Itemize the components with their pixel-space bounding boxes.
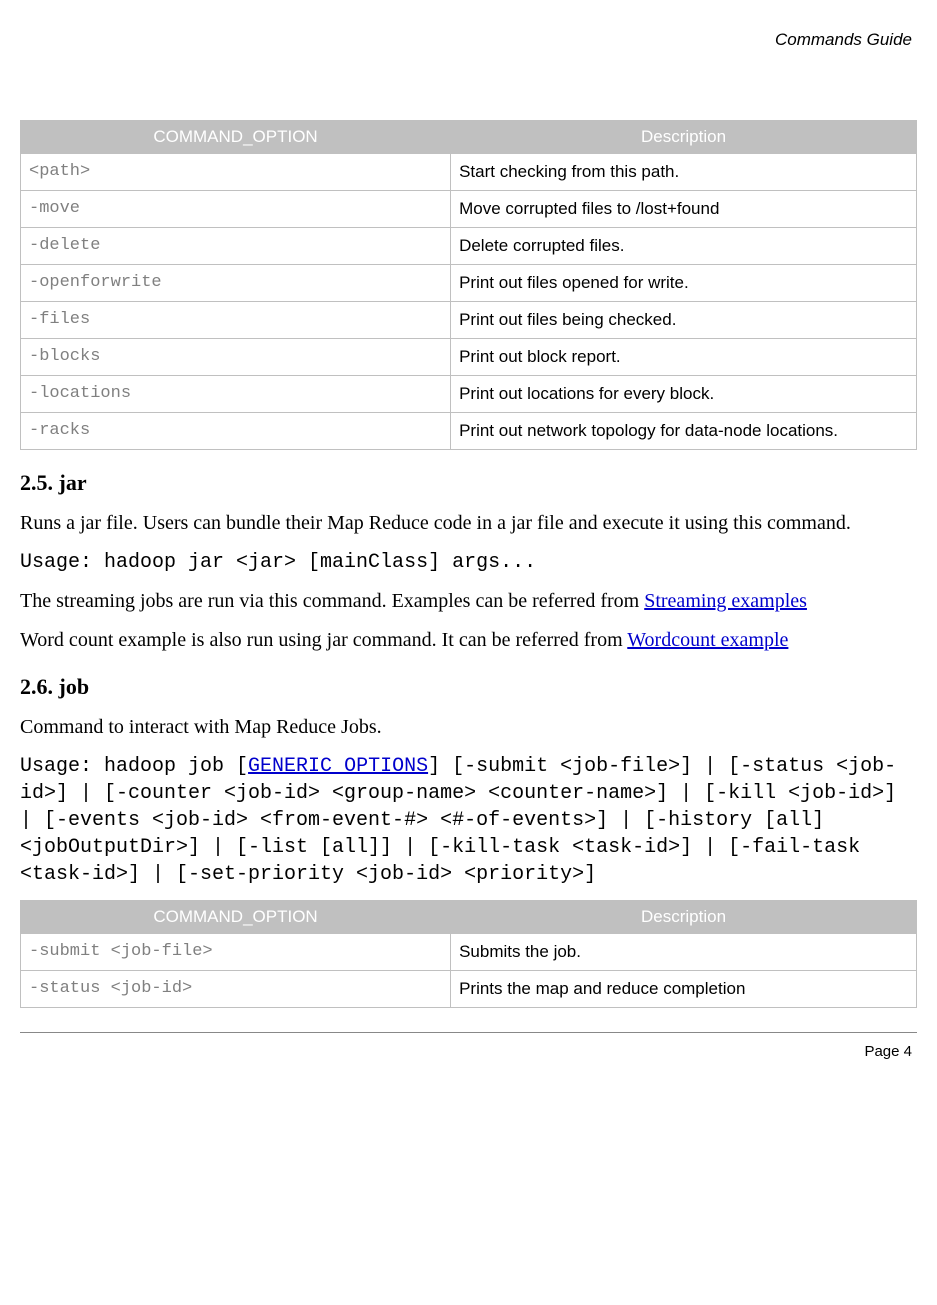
option-cell: -racks bbox=[21, 413, 451, 450]
option-cell: -move bbox=[21, 191, 451, 228]
table-row: -status <job-id>Prints the map and reduc… bbox=[21, 971, 917, 1008]
desc-cell: Start checking from this path. bbox=[451, 154, 917, 191]
text: Word count example is also run using jar… bbox=[20, 629, 627, 651]
option-cell: <path> bbox=[21, 154, 451, 191]
options-table-2: COMMAND_OPTION Description -submit <job-… bbox=[20, 900, 917, 1008]
table-header-description: Description bbox=[451, 901, 917, 934]
desc-cell: Move corrupted files to /lost+found bbox=[451, 191, 917, 228]
section-heading-job: 2.6. job bbox=[20, 674, 917, 700]
jar-paragraph-1: Runs a jar file. Users can bundle their … bbox=[20, 510, 917, 537]
jar-paragraph-3: Word count example is also run using jar… bbox=[20, 627, 917, 654]
option-cell: -locations bbox=[21, 376, 451, 413]
text: The streaming jobs are run via this comm… bbox=[20, 590, 644, 612]
table-row: -locationsPrint out locations for every … bbox=[21, 376, 917, 413]
table-row: -submit <job-file>Submits the job. bbox=[21, 934, 917, 971]
option-cell: -delete bbox=[21, 228, 451, 265]
desc-cell: Print out block report. bbox=[451, 339, 917, 376]
table-row: -openforwritePrint out files opened for … bbox=[21, 265, 917, 302]
desc-cell: Print out network topology for data-node… bbox=[451, 413, 917, 450]
option-cell: -files bbox=[21, 302, 451, 339]
generic-options-link[interactable]: GENERIC_OPTIONS bbox=[248, 755, 428, 778]
desc-cell: Print out locations for every block. bbox=[451, 376, 917, 413]
wordcount-example-link[interactable]: Wordcount example bbox=[627, 629, 788, 651]
desc-cell: Delete corrupted files. bbox=[451, 228, 917, 265]
page-number: Page 4 bbox=[20, 1043, 917, 1060]
desc-cell: Print out files opened for write. bbox=[451, 265, 917, 302]
desc-cell: Submits the job. bbox=[451, 934, 917, 971]
options-table-1: COMMAND_OPTION Description <path>Start c… bbox=[20, 120, 917, 450]
table-header-description: Description bbox=[451, 121, 917, 154]
section-heading-jar: 2.5. jar bbox=[20, 470, 917, 496]
desc-cell: Prints the map and reduce completion bbox=[451, 971, 917, 1008]
footer-rule bbox=[20, 1032, 917, 1033]
table-row: -racksPrint out network topology for dat… bbox=[21, 413, 917, 450]
table-row: -blocksPrint out block report. bbox=[21, 339, 917, 376]
option-cell: -blocks bbox=[21, 339, 451, 376]
job-usage: Usage: hadoop job [GENERIC_OPTIONS] [-su… bbox=[20, 753, 917, 888]
streaming-examples-link[interactable]: Streaming examples bbox=[644, 590, 807, 612]
table-header-option: COMMAND_OPTION bbox=[21, 121, 451, 154]
option-cell: -openforwrite bbox=[21, 265, 451, 302]
table-row: -moveMove corrupted files to /lost+found bbox=[21, 191, 917, 228]
doc-header: Commands Guide bbox=[20, 30, 917, 50]
table-row: -filesPrint out files being checked. bbox=[21, 302, 917, 339]
table-row: -deleteDelete corrupted files. bbox=[21, 228, 917, 265]
usage-pre: Usage: hadoop job [ bbox=[20, 755, 248, 778]
table-row: <path>Start checking from this path. bbox=[21, 154, 917, 191]
jar-usage: Usage: hadoop jar <jar> [mainClass] args… bbox=[20, 549, 917, 576]
option-cell: -submit <job-file> bbox=[21, 934, 451, 971]
desc-cell: Print out files being checked. bbox=[451, 302, 917, 339]
jar-paragraph-2: The streaming jobs are run via this comm… bbox=[20, 588, 917, 615]
option-cell: -status <job-id> bbox=[21, 971, 451, 1008]
job-paragraph-1: Command to interact with Map Reduce Jobs… bbox=[20, 714, 917, 741]
table-header-option: COMMAND_OPTION bbox=[21, 901, 451, 934]
